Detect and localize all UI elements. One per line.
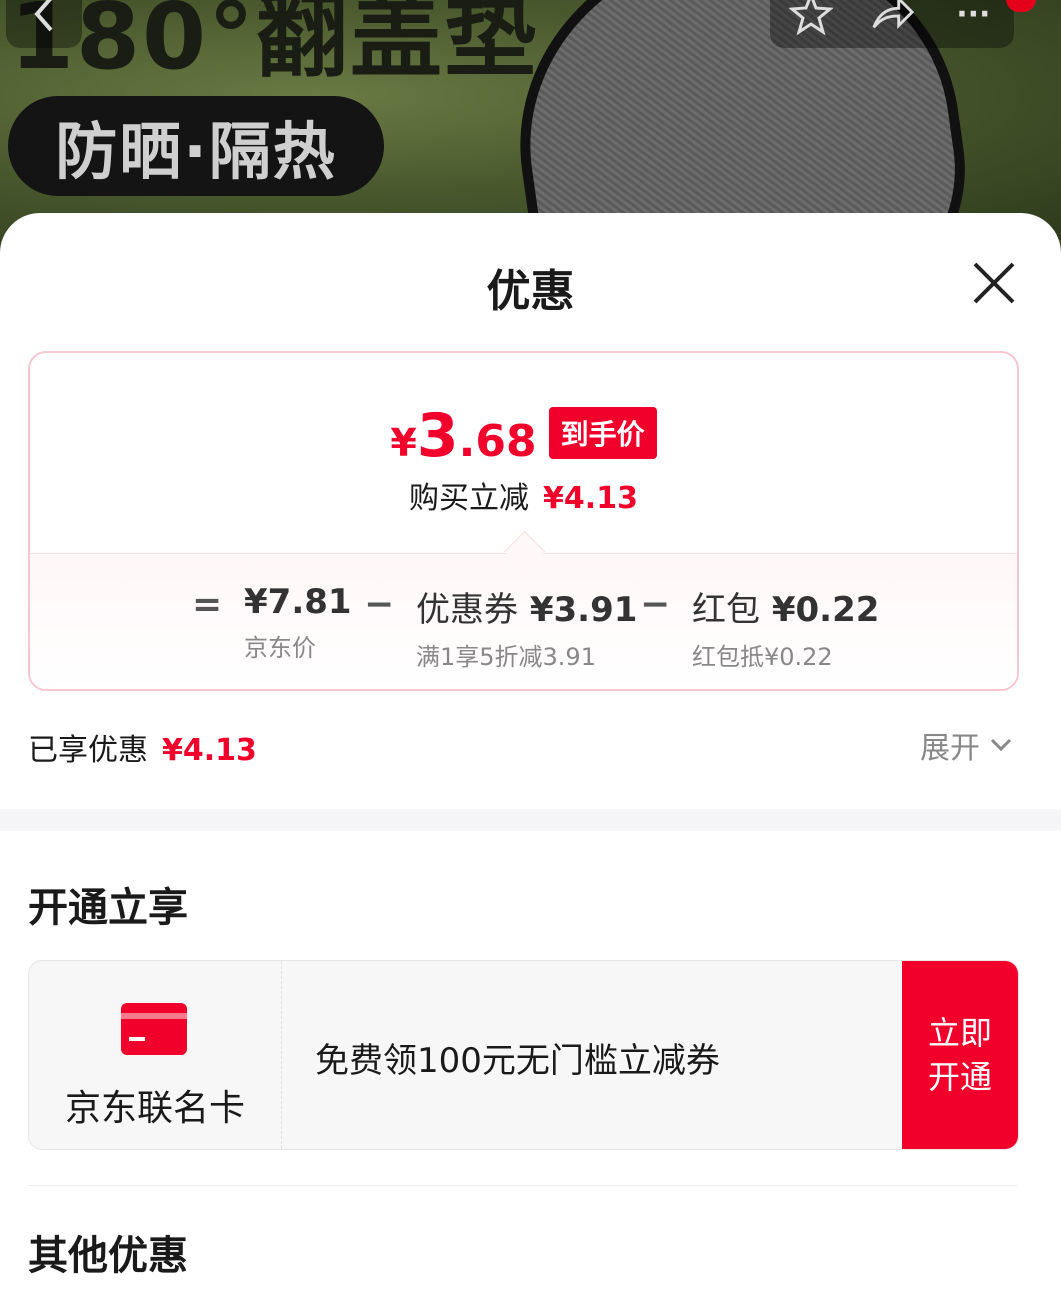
back-button[interactable] [6, 0, 82, 48]
back-icon [22, 0, 66, 36]
final-price: ¥3.68 [390, 401, 537, 471]
enjoyed-discount: 已享优惠 ¥4.13 [28, 725, 257, 769]
coupon-term: 优惠券 ¥3.91 满1享5折减3.91 [416, 582, 637, 672]
product-banner-image: 180°翻盖垫 防晒·隔热 ··· [0, 0, 1061, 240]
redpacket-label: 红包 [692, 590, 760, 630]
redpacket-term: 红包 ¥0.22 红包抵¥0.22 [692, 582, 879, 672]
list-price-term: ¥7.81 京东价 [244, 582, 352, 663]
open-section-title: 开通立享 [28, 885, 188, 931]
card-name: 京东联名卡 [64, 1088, 245, 1129]
expand-label: 展开 [920, 731, 980, 766]
more-icon[interactable]: ··· [951, 0, 995, 36]
equals-sign: = [192, 584, 223, 625]
coupon-label: 优惠券 [416, 590, 518, 630]
saving-amount: ¥4.13 [543, 481, 638, 516]
final-price-row: ¥3.68 到手价 [30, 401, 1017, 471]
coupon-value: ¥3.91 [529, 590, 638, 630]
card-offer-description: 免费领100元无门槛立减券 [315, 1041, 720, 1081]
minus-sign: − [364, 584, 395, 625]
open-now-button[interactable]: 立即 开通 [902, 961, 1018, 1149]
credit-card-icon [121, 1003, 187, 1055]
close-button[interactable] [966, 255, 1022, 311]
coupon-condition: 满1享5折减3.91 [416, 643, 596, 671]
redpacket-value: ¥0.22 [771, 590, 880, 630]
sheet-title: 优惠 [486, 266, 575, 317]
price-card: ¥3.68 到手价 购买立减 ¥4.13 = ¥7.81 京东价 − 优惠券 ¥3… [28, 351, 1019, 691]
section-divider [0, 809, 1061, 831]
divider [28, 1185, 1017, 1186]
list-price-value: ¥7.81 [244, 582, 352, 622]
redpacket-note: 红包抵¥0.22 [692, 643, 833, 671]
close-icon [973, 262, 1015, 304]
banner-headline: 180°翻盖垫 [10, 0, 539, 90]
banner-pill: 防晒·隔热 [8, 96, 384, 196]
banner-pill-text: 防晒·隔热 [55, 115, 337, 188]
chevron-down-icon [990, 738, 1012, 752]
cobranded-card-offer[interactable]: 京东联名卡 免费领100元无门槛立减券 立即 开通 [28, 960, 1019, 1150]
price-breakdown: = ¥7.81 京东价 − 优惠券 ¥3.91 满1享5折减3.91 − 红包 … [30, 553, 1017, 689]
star-icon[interactable] [788, 0, 833, 36]
list-price-label: 京东价 [244, 634, 316, 662]
card-info: 京东联名卡 [29, 961, 282, 1149]
enjoyed-label: 已享优惠 [28, 733, 148, 768]
share-icon[interactable] [870, 0, 914, 36]
expand-button[interactable]: 展开 [920, 723, 1012, 767]
enjoyed-amount: ¥4.13 [162, 733, 257, 768]
top-actions: ··· [770, 0, 1014, 48]
discount-sheet: 优惠 ¥3.68 到手价 购买立减 ¥4.13 = ¥7.81 京东价 − 优惠券… [0, 213, 1061, 1293]
saving-label: 购买立减 [409, 481, 530, 516]
open-now-line1: 立即 [927, 1014, 992, 1052]
minus-sign: − [640, 584, 671, 625]
saving-line: 购买立减 ¥4.13 [30, 473, 1017, 517]
other-section-title: 其他优惠 [28, 1233, 188, 1279]
final-price-tag: 到手价 [548, 407, 657, 459]
open-now-line2: 开通 [927, 1058, 992, 1096]
